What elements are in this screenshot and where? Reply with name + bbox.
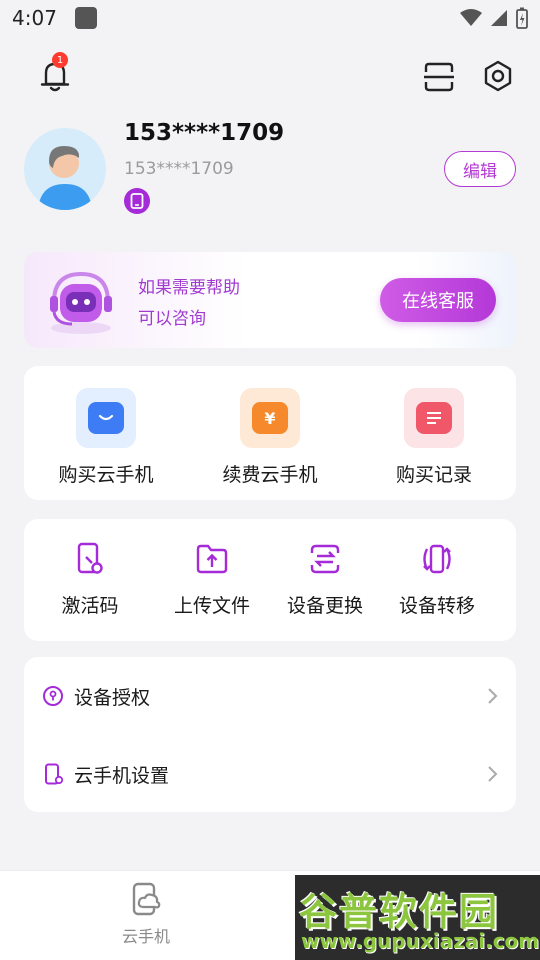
signal-icon [491,10,507,26]
online-service-button[interactable]: 在线客服 [380,278,496,322]
cloud-phone-icon [132,882,161,916]
notification-badge: 1 [52,52,68,68]
activation-code-item[interactable]: 激活码 [34,541,146,618]
wifi-icon [460,9,482,26]
robot-support-icon [42,266,120,336]
chevron-right-icon [488,766,498,782]
chevron-right-icon [488,688,498,704]
app-notification-icon [74,7,97,29]
buy-cloud-phone-item[interactable]: 购买云手机 [24,388,188,488]
scan-icon [424,62,454,92]
cloud-phone-settings-row[interactable]: 云手机设置 [24,735,516,813]
user-phone: 153****1709 [124,159,234,179]
avatar-person-icon [24,128,106,210]
activation-code-label: 激活码 [61,595,119,617]
settings-button[interactable] [482,60,514,92]
help-text-line2: 可以咨询 [138,309,206,329]
upload-file-item[interactable]: 上传文件 [156,541,268,618]
settings-list: 设备授权 云手机设置 [24,657,516,812]
watermark-logo: 谷普软件园 www.gupuxiazai.com [295,875,540,960]
device-swap-label: 设备更换 [286,595,363,617]
watermark-title: 谷普软件园 [299,890,500,934]
purchase-record-item[interactable]: 购买记录 [352,388,516,488]
status-bar: 4:07 [0,0,540,36]
purchase-record-label: 购买记录 [395,464,472,486]
device-transfer-label: 设备转移 [398,595,475,617]
renew-cloud-phone-item[interactable]: ¥ 续费云手机 [188,388,352,488]
user-name: 153****1709 [124,120,285,146]
activation-code-icon [77,542,103,574]
battery-icon [516,7,528,29]
status-time: 4:07 [12,6,57,30]
status-indicators [460,7,528,29]
upload-file-icon [196,544,228,574]
tablet-icon [130,193,144,209]
record-list-icon [404,388,464,448]
watermark-url: www.gupuxiazai.com [301,929,540,953]
device-transfer-item[interactable]: 设备转移 [381,541,493,618]
renew-cloud-phone-label: 续费云手机 [222,464,318,486]
scan-button[interactable] [424,62,454,92]
device-swap-icon [310,544,340,574]
yuan-renew-icon: ¥ [240,388,300,448]
upload-file-label: 上传文件 [173,595,250,617]
cloud-phone-settings-label: 云手机设置 [74,764,170,787]
help-text-line1: 如果需要帮助 [138,278,240,298]
phone-shop-icon [76,388,136,448]
avatar[interactable] [24,128,106,210]
device-authorize-row[interactable]: 设备授权 [24,657,516,735]
device-swap-item[interactable]: 设备更换 [269,541,381,618]
device-transfer-icon [423,544,451,574]
tools-card: 激活码 上传文件 设备更换 设备转移 [24,519,516,641]
authorize-icon [43,686,63,706]
device-authorize-label: 设备授权 [74,686,151,709]
purchase-card: 购买云手机 ¥ 续费云手机 购买记录 [24,366,516,500]
gear-icon [484,60,512,92]
help-banner: 如果需要帮助 可以咨询 在线客服 [24,252,516,348]
phone-settings-icon [45,763,64,785]
edit-profile-button[interactable]: 编辑 [444,151,516,187]
buy-cloud-phone-label: 购买云手机 [58,464,154,486]
device-badge [124,188,150,214]
tab-cloud-phone-label: 云手机 [121,927,170,946]
tab-cloud-phone[interactable]: 云手机 [86,881,206,947]
